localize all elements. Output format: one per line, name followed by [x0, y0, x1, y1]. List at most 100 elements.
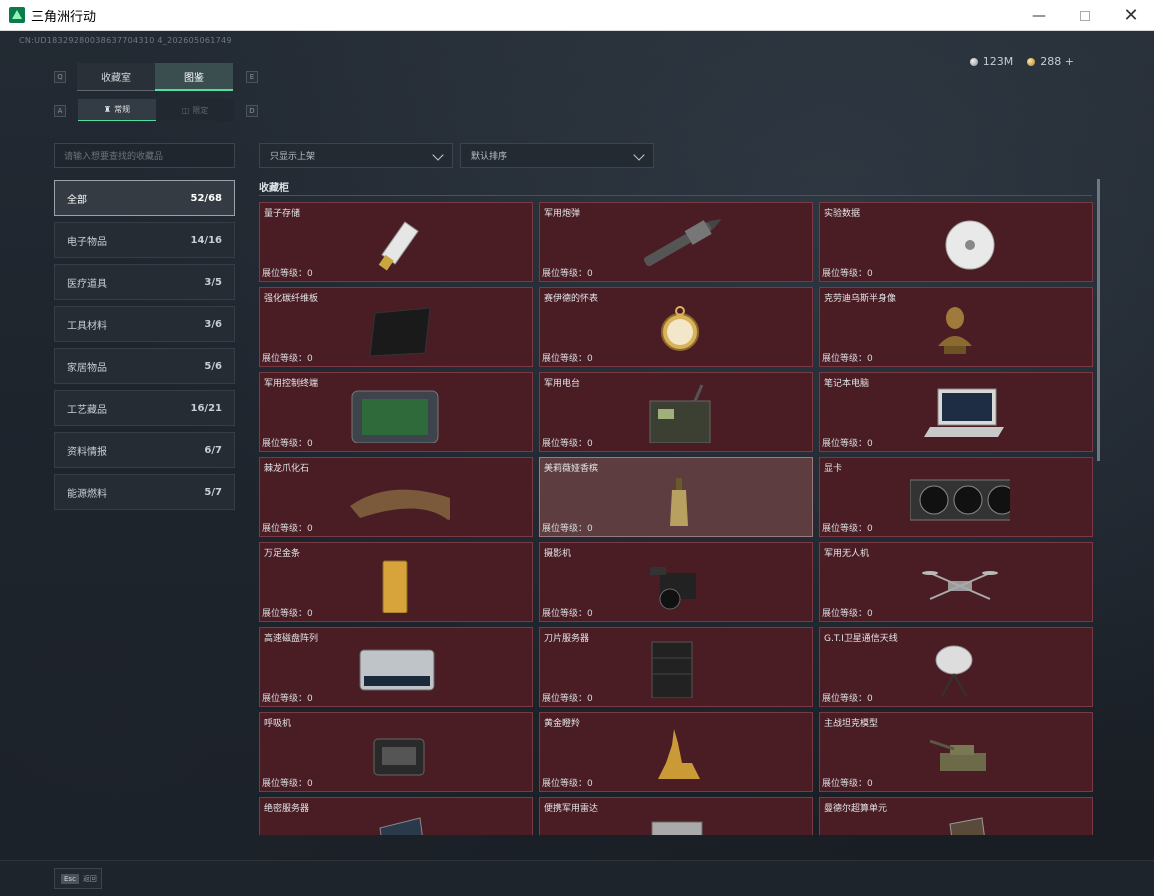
category-count: 5/6: [204, 360, 222, 372]
collection-card[interactable]: 绝密服务器: [259, 797, 533, 835]
display-level: 展位等级：0: [542, 354, 593, 364]
display-level: 展位等级：0: [542, 609, 593, 619]
close-button[interactable]: ✕: [1108, 0, 1154, 31]
carbon-plate-icon: [369, 307, 431, 357]
supercomputer-icon: [949, 817, 985, 835]
collection-card[interactable]: 军用控制终端 展位等级：0: [259, 372, 533, 452]
esc-key-hint: Esc: [61, 873, 79, 884]
display-level: 展位等级：0: [542, 269, 593, 279]
grid-scrollbar[interactable]: [1097, 179, 1100, 461]
collection-card[interactable]: 万足金条展位等级：0: [259, 542, 533, 622]
gold-gazelle-icon: [658, 729, 700, 779]
item-name: 军用电台: [544, 379, 581, 389]
collection-card[interactable]: G.T.I卫星通信天线 展位等级：0: [819, 627, 1093, 707]
collection-card[interactable]: 摄影机展位等级：0: [539, 542, 813, 622]
limited-icon: ◫: [181, 105, 190, 115]
subtab-regular[interactable]: ♜ 常规: [78, 99, 156, 121]
category-item[interactable]: 全部 52/68: [54, 180, 235, 216]
display-level: 展位等级：0: [542, 779, 593, 789]
collection-card[interactable]: 量子存储展位等级：0: [259, 202, 533, 282]
item-name: 万足金条: [264, 549, 301, 559]
category-count: 6/7: [204, 444, 222, 456]
item-name: 实验数据: [824, 209, 861, 219]
item-name: 摄影机: [544, 549, 572, 559]
collection-card[interactable]: 美莉薇娅香槟 展位等级：0: [539, 457, 813, 537]
category-item[interactable]: 工具材料 3/6: [54, 306, 235, 342]
search-input[interactable]: 请输入想要查找的收藏品: [54, 143, 235, 168]
item-name: 美莉薇娅香槟: [544, 464, 599, 474]
tank-model-icon: [929, 739, 986, 771]
collection-card[interactable]: 军用炮弹展位等级：0: [539, 202, 813, 282]
gold-bar-icon: [382, 560, 408, 613]
category-count: 5/7: [204, 486, 222, 498]
chevron-down-icon: [432, 149, 444, 161]
camera-icon: [650, 567, 696, 610]
collection-card[interactable]: 高速磁盘阵列 展位等级：0: [259, 627, 533, 707]
collection-card[interactable]: 呼吸机 展位等级：0: [259, 712, 533, 792]
collection-card[interactable]: 军用无人机 展位等级：0: [819, 542, 1093, 622]
window-title: 三角洲行动: [31, 9, 97, 25]
item-name: 军用炮弹: [544, 209, 581, 219]
item-name: 显卡: [824, 464, 843, 474]
tab-catalog[interactable]: 图鉴: [155, 63, 233, 91]
tab-collection-room[interactable]: 收藏室: [77, 63, 155, 91]
shelf-filter-select[interactable]: 只显示上架: [259, 143, 453, 168]
collection-card[interactable]: 黄金瞪羚 展位等级：0: [539, 712, 813, 792]
back-button[interactable]: Esc 返回: [54, 868, 102, 889]
category-count: 16/21: [190, 402, 222, 414]
collection-card[interactable]: 主战坦克模型 展位等级：0: [819, 712, 1093, 792]
category-label: 工艺藏品: [67, 404, 107, 416]
category-item[interactable]: 电子物品 14/16: [54, 222, 235, 258]
collection-card[interactable]: 刀片服务器 展位等级：0: [539, 627, 813, 707]
display-level: 展位等级：0: [262, 269, 313, 279]
section-title: 收藏柜: [259, 183, 289, 194]
key-hint-e: E: [246, 71, 258, 83]
category-item[interactable]: 能源燃料 5/7: [54, 474, 235, 510]
pocket-watch-icon: [661, 306, 699, 351]
item-name: 曼德尔超算单元: [824, 804, 888, 814]
category-label: 医疗道具: [67, 278, 107, 290]
collection-card[interactable]: 实验数据 展位等级：0: [819, 202, 1093, 282]
collection-card[interactable]: 军用电台 展位等级：0: [539, 372, 813, 452]
collection-card[interactable]: 克劳迪乌斯半身像 展位等级：0: [819, 287, 1093, 367]
category-label: 资料情报: [67, 446, 107, 458]
display-level: 展位等级：0: [822, 524, 873, 534]
collection-card[interactable]: 显卡展位等级：0: [819, 457, 1093, 537]
category-item[interactable]: 医疗道具 3/5: [54, 264, 235, 300]
collection-card[interactable]: 曼德尔超算单元: [819, 797, 1093, 835]
item-name: 军用无人机: [824, 549, 870, 559]
subtab-limited[interactable]: ◫ 限定: [156, 99, 234, 121]
category-item[interactable]: 工艺藏品 16/21: [54, 390, 235, 426]
item-name: 笔记本电脑: [824, 379, 870, 389]
collection-card[interactable]: 强化碳纤维板 展位等级：0: [259, 287, 533, 367]
bottom-bar: [0, 860, 1154, 896]
currency-silver[interactable]: 123M: [969, 55, 1013, 68]
item-name: 军用控制终端: [264, 379, 319, 389]
collection-card[interactable]: 赛伊德的怀表 展位等级：0: [539, 287, 813, 367]
collection-card[interactable]: 便携军用雷达: [539, 797, 813, 835]
display-level: 展位等级：0: [262, 354, 313, 364]
maximize-button[interactable]: [1062, 0, 1108, 31]
display-level: 展位等级：0: [822, 439, 873, 449]
currency-panel: 123M 288 +: [969, 55, 1074, 68]
key-hint-a: A: [54, 105, 66, 117]
category-item[interactable]: 家居物品 5/6: [54, 348, 235, 384]
sort-select[interactable]: 默认排序: [460, 143, 654, 168]
app-logo-icon: [9, 7, 25, 23]
category-label: 电子物品: [67, 236, 107, 248]
collection-card[interactable]: 笔记本电脑展位等级：0: [819, 372, 1093, 452]
currency-gold[interactable]: 288 +: [1027, 55, 1074, 68]
item-name: 量子存储: [264, 209, 301, 219]
collection-grid: 量子存储 展位等级：0 军用炮弹 展位等级：0 实验数据 展位等级：0 强化碳纤维板 展位等级…: [259, 202, 1093, 835]
display-level: 展位等级：0: [262, 609, 313, 619]
category-item[interactable]: 资料情报 6/7: [54, 432, 235, 468]
usb-drive-icon: [378, 221, 419, 271]
laptop-icon: [924, 388, 1004, 437]
collection-card[interactable]: 棘龙爪化石 展位等级：0: [259, 457, 533, 537]
category-count: 3/5: [204, 276, 222, 288]
item-name: 赛伊德的怀表: [544, 294, 599, 304]
user-id-label: CN:UD18329280038637704310 4_202605061749: [19, 36, 232, 45]
display-level: 展位等级：0: [542, 524, 593, 534]
chevron-down-icon: [633, 149, 645, 161]
minimize-button[interactable]: —: [1016, 0, 1062, 31]
